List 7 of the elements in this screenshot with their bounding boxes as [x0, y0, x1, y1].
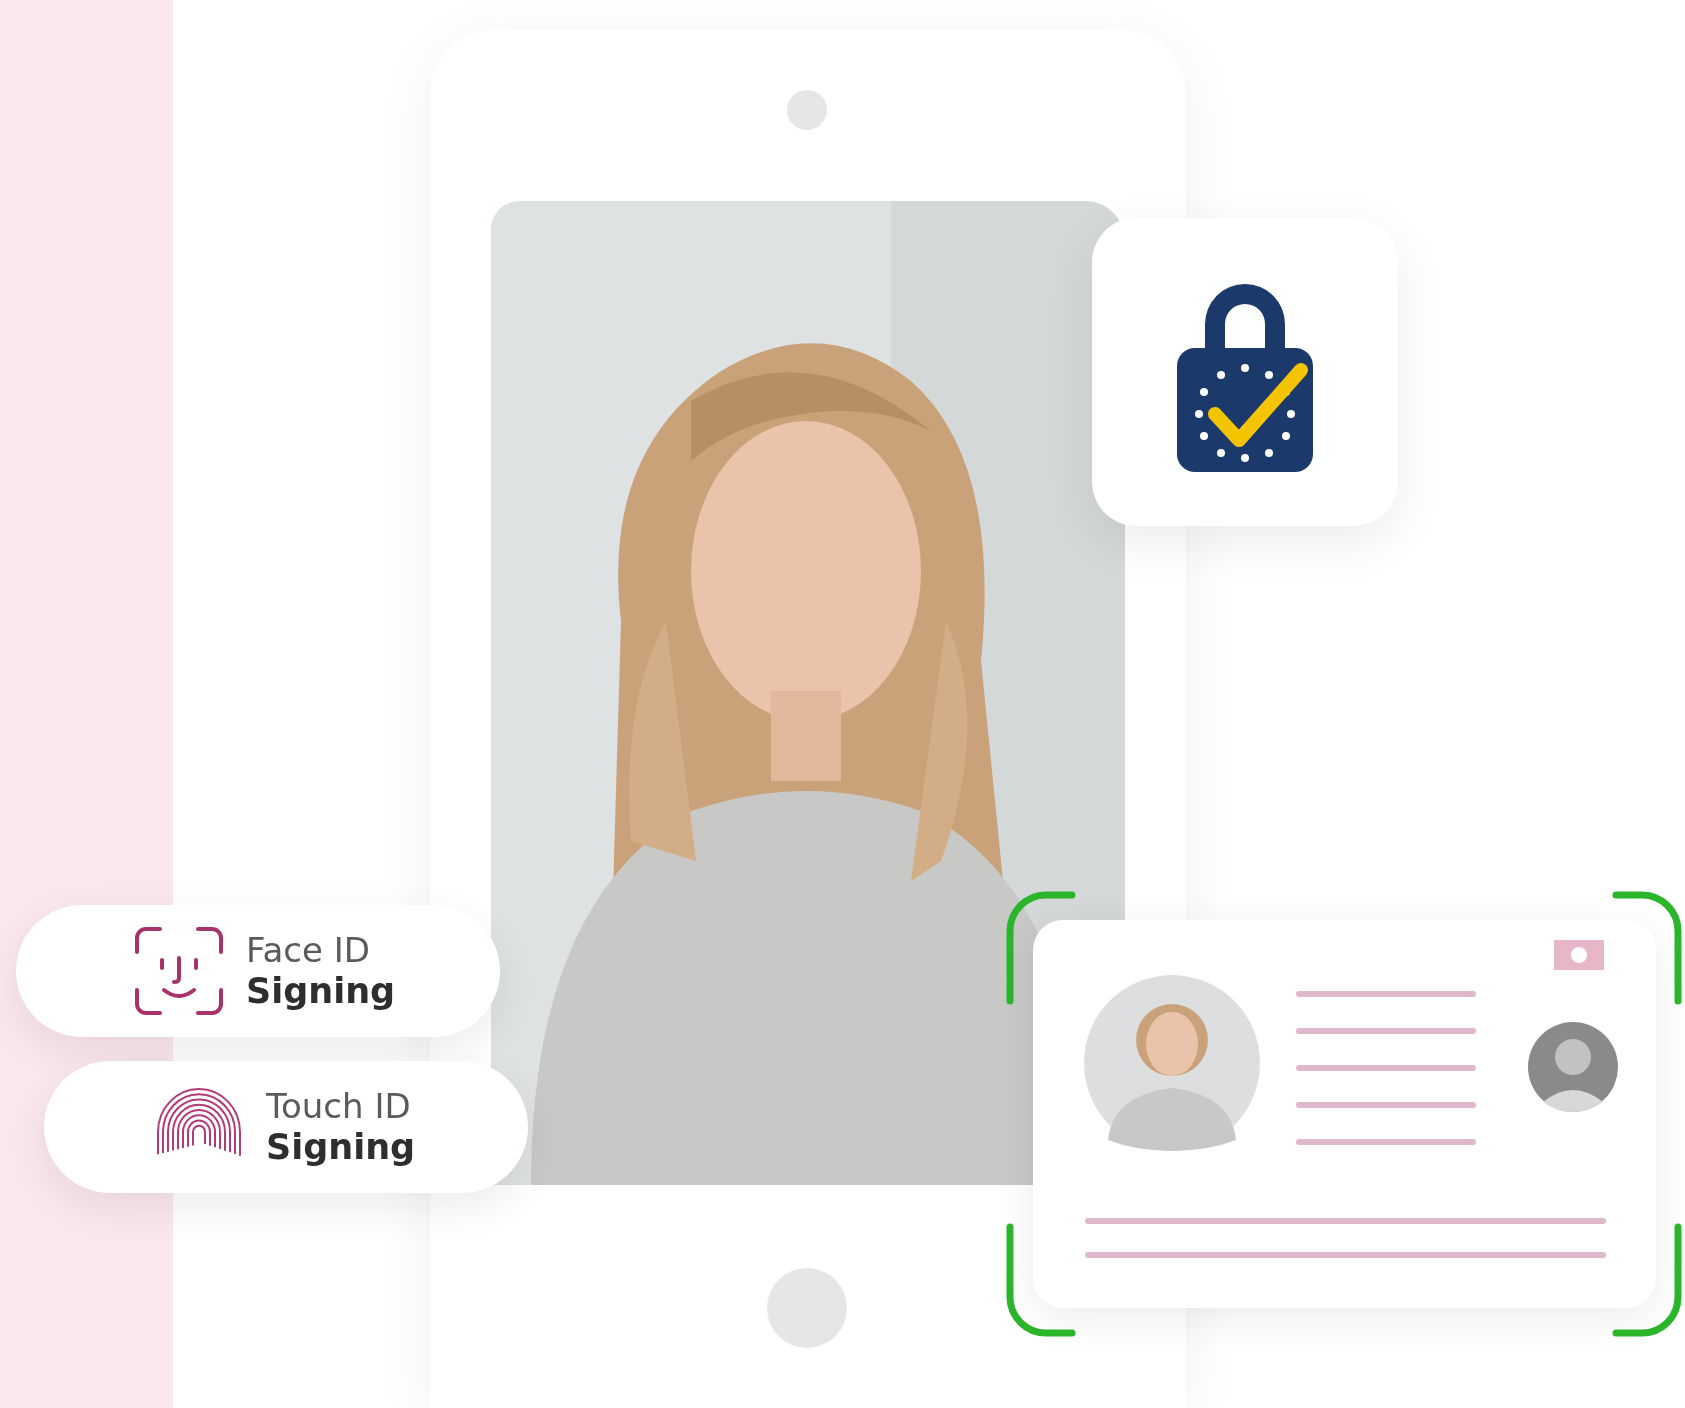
method-title: Touch ID [266, 1085, 412, 1127]
method-subtitle: Signing [266, 1126, 416, 1169]
touch-id-card[interactable]: Touch ID Signing [44, 1061, 528, 1193]
method-title: Face ID [246, 929, 371, 971]
face-id-icon [134, 926, 224, 1016]
face-id-card[interactable]: Face ID Signing [16, 905, 500, 1037]
method-subtitle: Signing [246, 970, 396, 1013]
